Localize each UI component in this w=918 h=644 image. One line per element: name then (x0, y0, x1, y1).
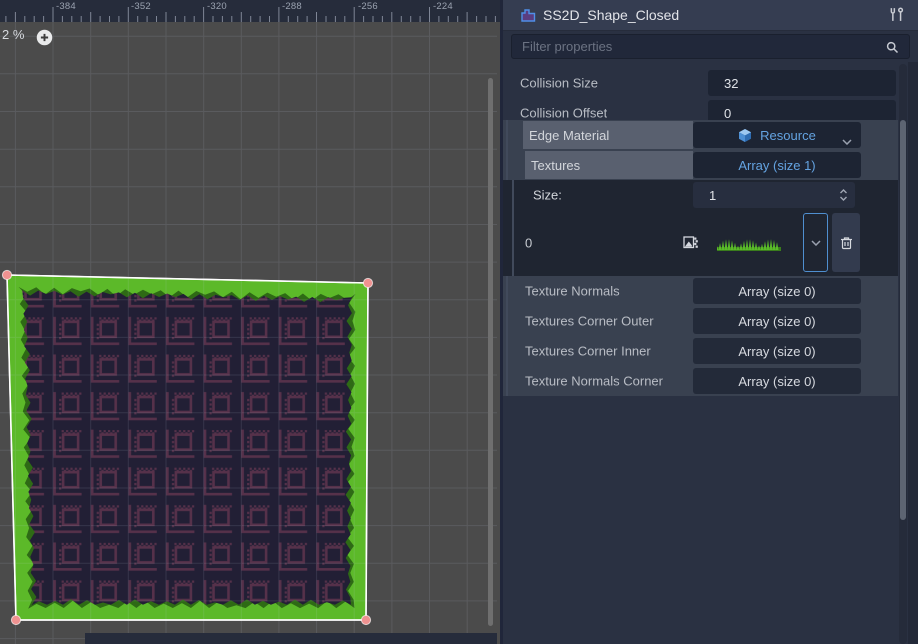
texture-icon (683, 236, 698, 249)
element-index-label: 0 (525, 236, 532, 251)
godot-editor: -384 -352 -320 -288 -256 -224 2 % SS2D_S… (0, 0, 918, 644)
texture-normals-corner-array-button[interactable]: Array (size 0) (693, 368, 861, 394)
ss2d-shape-icon (520, 7, 537, 23)
field-value: 32 (708, 76, 738, 91)
shape-point-handle[interactable] (361, 615, 370, 624)
edge-material-label: Edge Material (523, 121, 693, 149)
zoom-percent-label[interactable]: 2 % (2, 27, 24, 42)
filter-placeholder: Filter properties (522, 39, 612, 54)
property-label: Textures (531, 158, 580, 173)
inspector-scroll-thumb[interactable] (900, 120, 906, 520)
resource-label: Resource (760, 128, 816, 143)
sub-inspector: Edge Material Resource (503, 120, 898, 396)
size-label: Size: (533, 188, 562, 203)
array-size-field[interactable]: 1 (693, 182, 855, 208)
property-row: Textures Corner Inner Array (size 0) (503, 336, 898, 366)
property-label: Texture Normals Corner (525, 374, 663, 389)
zoom-plus-icon[interactable] (36, 29, 53, 46)
property-row: Texture Normals Array (size 0) (503, 276, 898, 306)
viewport-hscrollbar[interactable] (85, 633, 497, 644)
chevron-down-icon (811, 240, 821, 246)
field-value: 0 (708, 106, 731, 121)
texture-element-row: 0 (503, 210, 898, 276)
inspector-tools-icon[interactable] (889, 7, 904, 22)
viewport-vscrollbar[interactable] (488, 78, 493, 626)
property-label: Textures Corner Inner (525, 344, 651, 359)
field-value: 1 (693, 188, 716, 203)
filter-properties-input[interactable]: Filter properties (511, 34, 910, 59)
panel-right-margin (908, 62, 918, 644)
viewport-2d[interactable]: -384 -352 -320 -288 -256 -224 2 % (0, 0, 500, 644)
ruler-label: -288 (282, 1, 302, 12)
array-size-label: Array (size 0) (693, 284, 861, 299)
inspector-panel: SS2D_Shape_Closed Filter properties C (500, 0, 918, 644)
chevron-down-icon (842, 139, 852, 145)
array-size-label: Array (size 1) (693, 158, 861, 173)
shape-point-handle[interactable] (363, 278, 372, 287)
shape-point-handle[interactable] (11, 615, 20, 624)
property-label: Collision Size (520, 76, 598, 91)
resource-cube-icon (738, 128, 752, 143)
textures-corner-outer-array-button[interactable]: Array (size 0) (693, 308, 861, 334)
trash-icon (840, 236, 853, 250)
ruler-label: -384 (56, 1, 76, 12)
array-size-label: Array (size 0) (693, 344, 861, 359)
grass-texture-preview[interactable] (717, 235, 781, 253)
edge-material-resource-dropdown[interactable]: Resource (693, 122, 861, 148)
delete-element-button[interactable] (832, 213, 860, 272)
property-label: Textures Corner Outer (525, 314, 654, 329)
search-icon (886, 41, 899, 54)
property-row: Edge Material Resource (503, 120, 898, 150)
spinner-updown-icon[interactable] (839, 188, 848, 202)
ruler-label: -256 (358, 1, 378, 12)
textures-corner-inner-array-button[interactable]: Array (size 0) (693, 338, 861, 364)
property-row: Collision Size 32 (503, 68, 898, 98)
property-label: Texture Normals (525, 284, 620, 299)
textures-array-button[interactable]: Array (size 1) (693, 152, 861, 178)
array-size-label: Array (size 0) (693, 314, 861, 329)
ruler-label: -320 (207, 1, 227, 12)
texture-options-dropdown[interactable] (803, 213, 828, 272)
property-row: Textures Corner Outer Array (size 0) (503, 306, 898, 336)
ruler-label: -352 (131, 1, 151, 12)
shape-point-handle[interactable] (2, 270, 11, 279)
collision-size-field[interactable]: 32 (708, 70, 896, 96)
property-label: Edge Material (529, 128, 609, 143)
inspector-header: SS2D_Shape_Closed (503, 0, 918, 31)
array-size-row: Size: 1 (503, 180, 898, 210)
array-size-label: Array (size 0) (693, 374, 861, 389)
texture-normals-array-button[interactable]: Array (size 0) (693, 278, 861, 304)
property-row: Textures Array (size 1) (503, 150, 898, 180)
viewport-canvas[interactable] (0, 0, 500, 644)
textures-label: Textures (525, 151, 693, 179)
property-list: Collision Size 32 Collision Offset 0 Tes… (503, 60, 898, 644)
property-row: Texture Normals Corner Array (size 0) (503, 366, 898, 396)
property-label: Collision Offset (520, 106, 607, 121)
object-title: SS2D_Shape_Closed (543, 7, 679, 23)
array-editor: Size: 1 0 (503, 180, 898, 276)
ruler-label: -224 (433, 1, 453, 12)
